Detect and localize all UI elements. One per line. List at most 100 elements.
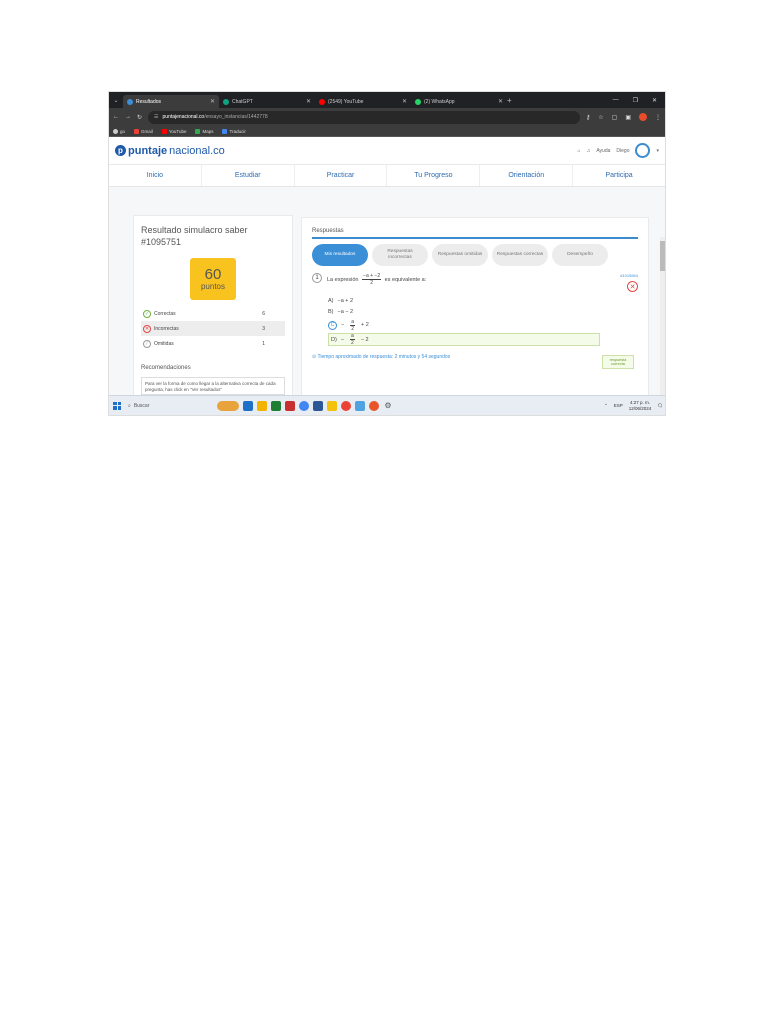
home-icon[interactable]: ⌂	[578, 148, 581, 154]
tab-bar: ⌄ Resultados ✕ ChatGPT ✕ (2549) YouTube …	[109, 92, 665, 108]
help-link[interactable]: Ayuda	[596, 148, 610, 154]
chrome-profile-icon[interactable]	[341, 400, 351, 411]
notes-icon[interactable]	[327, 400, 337, 411]
bell-icon[interactable]: ♫	[587, 148, 591, 154]
question-number: 1	[312, 273, 322, 283]
result-title: Resultado simulacro saber #1095751	[141, 225, 248, 247]
back-icon[interactable]: ←	[113, 114, 119, 120]
stat-incorrectas[interactable]: ✕ Incorrectas 3	[141, 321, 285, 336]
scrollbar-thumb[interactable]	[660, 241, 665, 271]
word-icon[interactable]	[313, 400, 323, 411]
score-label: puntos	[200, 282, 226, 291]
app-icon[interactable]	[355, 400, 365, 411]
close-tab-icon[interactable]: ✕	[498, 98, 503, 105]
new-tab-icon[interactable]: +	[507, 96, 517, 105]
score-box: 60 puntos	[190, 258, 236, 300]
tab-respuestas-omitidas[interactable]: Respuestas omitidas	[432, 244, 488, 266]
nav-tu-progreso[interactable]: Tu Progreso	[387, 165, 481, 186]
password-key-icon[interactable]: ⚷	[586, 114, 590, 121]
url-field[interactable]: ☰ puntajenacional.co/ensayo_instancias/1…	[148, 110, 580, 124]
minimize-icon[interactable]: —	[613, 97, 619, 104]
reload-icon[interactable]: ↻	[137, 114, 142, 121]
bookmark-maps[interactable]: Maps	[195, 128, 213, 134]
site-header: p puntaje nacional.co ⌂ ♫ Ayuda Diego ▾	[109, 137, 665, 165]
taskbar-clock[interactable]: 4:27 p. m. 12/06/2024	[629, 400, 652, 411]
tab-mis-resultados[interactable]: Mis resultados	[312, 244, 368, 266]
page-scrollbar[interactable]	[660, 237, 665, 415]
question-header: 1 La expresión −a + −2 2 es equivalente …	[312, 273, 638, 292]
recommendation-text: Para ver la forma de como llegar a la al…	[141, 377, 285, 395]
copilot-icon[interactable]	[217, 400, 239, 411]
extensions-icon[interactable]: ▢	[612, 114, 618, 121]
tab-chatgpt[interactable]: ChatGPT ✕	[219, 95, 315, 108]
bookmark-go[interactable]: go	[113, 128, 125, 134]
whatsapp-favicon-icon	[415, 98, 421, 105]
selected-option-marker: C	[328, 320, 337, 330]
bookmark-gmail[interactable]: Gmail	[134, 128, 153, 134]
language-indicator[interactable]: ESP	[614, 403, 623, 408]
close-tab-icon[interactable]: ✕	[210, 98, 215, 105]
option-b[interactable]: B) −a − 2	[328, 306, 638, 317]
task-view-icon[interactable]	[243, 400, 253, 411]
tab-desempeno[interactable]: Desempeño	[552, 244, 608, 266]
nav-inicio[interactable]: Inicio	[109, 165, 202, 186]
answers-tabs: Mis resultados Respuestas incorrectas Re…	[312, 244, 638, 266]
translate-icon	[222, 128, 228, 134]
check-icon: ✓	[143, 309, 151, 318]
chevron-up-icon[interactable]: ⌃	[604, 403, 608, 409]
sidepanel-icon[interactable]: ▣	[625, 114, 631, 121]
site-logo[interactable]: p puntaje nacional.co	[115, 145, 225, 157]
option-a[interactable]: A) −a + 2	[328, 295, 638, 306]
chrome-icon[interactable]	[299, 400, 309, 411]
site-info-icon[interactable]: ☰	[154, 114, 158, 120]
settings-gear-icon[interactable]: ⚙	[383, 401, 393, 411]
close-tab-icon[interactable]: ✕	[402, 98, 407, 105]
question-id[interactable]: #1015554	[620, 273, 638, 278]
tab-resultados[interactable]: Resultados ✕	[123, 95, 219, 108]
answer-time: ⊙ Tiempo aproximado de respuesta: 2 minu…	[312, 354, 451, 360]
bookmark-youtube[interactable]: YouTube	[161, 128, 186, 134]
tab-whatsapp[interactable]: (2) WhatsApp ✕	[411, 95, 507, 108]
option-c-selected[interactable]: C − a2 + 2	[328, 317, 638, 333]
excel-icon[interactable]	[271, 400, 281, 411]
bookmark-traducir[interactable]: Traducir	[222, 128, 246, 134]
answers-card: Respuestas Mis resultados Respuestas inc…	[301, 217, 649, 406]
x-icon: ✕	[143, 324, 151, 333]
stat-omitidas[interactable]: ⁄ Omitidas 1	[141, 336, 285, 351]
tab-search-icon[interactable]: ⌄	[109, 97, 123, 104]
option-d-correct[interactable]: D) − a2 − 2	[328, 333, 600, 346]
tab-youtube[interactable]: (2549) YouTube ✕	[315, 95, 411, 108]
forward-icon[interactable]: →	[125, 114, 131, 120]
maximize-icon[interactable]: ❐	[633, 97, 638, 104]
nav-estudiar[interactable]: Estudiar	[202, 165, 295, 186]
chrome-alt-icon[interactable]	[369, 400, 379, 411]
resultados-favicon-icon	[127, 98, 133, 105]
tab-respuestas-incorrectas[interactable]: Respuestas incorrectas	[372, 244, 428, 266]
notifications-icon[interactable]: 🗨	[657, 403, 663, 409]
windows-start-icon[interactable]	[113, 401, 121, 410]
incorrect-x-icon: ✕	[627, 281, 638, 292]
powerpoint-icon[interactable]	[285, 400, 295, 411]
user-name[interactable]: Diego	[616, 148, 629, 154]
main-content: Resultado simulacro saber #1095751 60 pu…	[109, 187, 665, 415]
question-id-block: #1015554 ✕	[620, 273, 638, 292]
user-avatar[interactable]	[635, 143, 651, 158]
close-tab-icon[interactable]: ✕	[306, 98, 311, 105]
bookmark-star-icon[interactable]: ☆	[598, 114, 603, 121]
profile-avatar-icon[interactable]	[639, 113, 647, 121]
tab-respuestas-correctas[interactable]: Respuestas correctas	[492, 244, 548, 266]
file-explorer-icon[interactable]	[257, 400, 267, 411]
chatgpt-favicon-icon	[223, 98, 229, 105]
taskbar-search[interactable]: ⌕ Buscar	[125, 399, 213, 412]
stat-correctas[interactable]: ✓ Correctas 6	[141, 306, 285, 321]
youtube-favicon-icon	[319, 98, 325, 105]
nav-participa[interactable]: Participa	[573, 165, 665, 186]
nav-orientacion[interactable]: Orientación	[480, 165, 574, 186]
nav-practicar[interactable]: Practicar	[295, 165, 388, 186]
chevron-down-icon[interactable]: ▾	[656, 148, 659, 154]
question-fraction: −a + −2 2	[362, 273, 382, 286]
close-window-icon[interactable]: ✕	[652, 97, 657, 104]
bookmarks-bar: go Gmail YouTube Maps Traducir	[109, 126, 665, 137]
browser-menu-icon[interactable]: ⋮	[655, 114, 661, 121]
address-bar: ← → ↻ ☰ puntajenacional.co/ensayo_instan…	[109, 108, 665, 126]
